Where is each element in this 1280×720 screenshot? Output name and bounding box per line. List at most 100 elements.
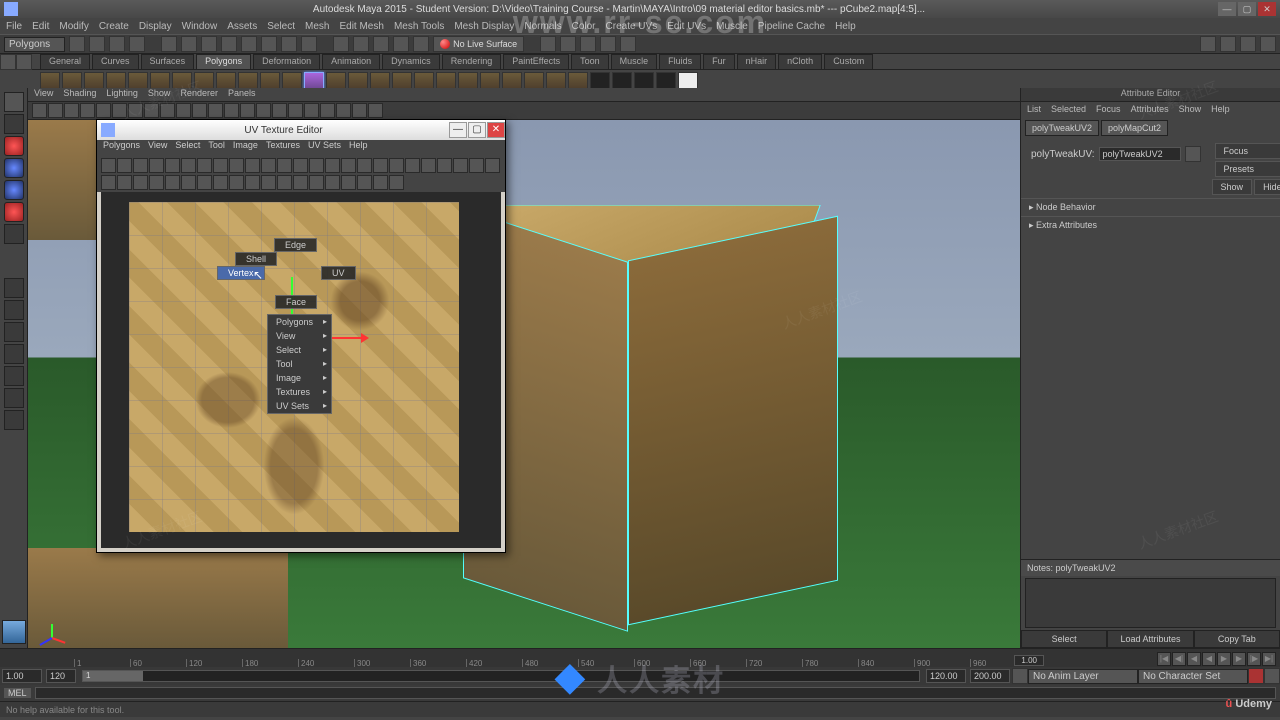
script-lang-toggle[interactable]: MEL: [4, 688, 31, 698]
uv-tool-icon[interactable]: [277, 175, 292, 190]
layout-btn[interactable]: [1200, 36, 1216, 52]
layout-btn[interactable]: [1220, 36, 1236, 52]
select-button[interactable]: Select: [1021, 630, 1107, 648]
uv-menu-image[interactable]: Image: [233, 140, 258, 156]
copy-tab-button[interactable]: Copy Tab: [1194, 630, 1280, 648]
vp-tool-icon[interactable]: [128, 103, 143, 118]
ae-menu-selected[interactable]: Selected: [1051, 104, 1086, 114]
status-btn[interactable]: [129, 36, 145, 52]
vp-tool-icon[interactable]: [224, 103, 239, 118]
uv-tool-icon[interactable]: [373, 158, 388, 173]
uv-menu-view[interactable]: View: [148, 140, 167, 156]
status-btn[interactable]: [201, 36, 217, 52]
history-btn[interactable]: [540, 36, 556, 52]
uv-tool-icon[interactable]: [389, 158, 404, 173]
play-forward-button[interactable]: ▶: [1217, 652, 1231, 666]
uv-tool-icon[interactable]: [261, 158, 276, 173]
status-btn[interactable]: [281, 36, 297, 52]
ctx-view[interactable]: View: [268, 329, 331, 343]
uv-close-button[interactable]: ✕: [487, 122, 505, 138]
uv-tool-icon[interactable]: [181, 158, 196, 173]
uv-titlebar[interactable]: UV Texture Editor — ▢ ✕: [97, 120, 505, 140]
uv-tool-icon[interactable]: [133, 158, 148, 173]
history-btn[interactable]: [560, 36, 576, 52]
lasso-tool-icon[interactable]: [4, 114, 24, 134]
marking-menu-face[interactable]: Face: [275, 295, 317, 309]
snap-btn[interactable]: [353, 36, 369, 52]
vp-tool-icon[interactable]: [48, 103, 63, 118]
show-button[interactable]: Show: [1212, 179, 1253, 195]
menu-window[interactable]: Window: [182, 21, 218, 32]
menu-select[interactable]: Select: [267, 21, 295, 32]
menu-modify[interactable]: Modify: [59, 21, 88, 32]
uv-tool-icon[interactable]: [165, 158, 180, 173]
vp-tool-icon[interactable]: [256, 103, 271, 118]
uv-tool-icon[interactable]: [373, 175, 388, 190]
menu-assets[interactable]: Assets: [227, 21, 257, 32]
menu-normals[interactable]: Normals: [524, 21, 561, 32]
node-name-field[interactable]: [1099, 147, 1181, 161]
vp-tool-icon[interactable]: [352, 103, 367, 118]
last-tool-icon[interactable]: [4, 224, 24, 244]
play-back-button[interactable]: ◀: [1202, 652, 1216, 666]
ctx-polygons[interactable]: Polygons: [268, 315, 331, 329]
tab-painteffects[interactable]: PaintEffects: [503, 54, 569, 69]
uv-tool-icon[interactable]: [453, 158, 468, 173]
vp-tool-icon[interactable]: [304, 103, 319, 118]
command-input[interactable]: [35, 687, 1276, 699]
layout-graph-icon[interactable]: [4, 388, 24, 408]
tab-muscle[interactable]: Muscle: [611, 54, 658, 69]
ctx-uvsets[interactable]: UV Sets: [268, 399, 331, 413]
layout-outliner-icon[interactable]: [4, 344, 24, 364]
uv-tool-icon[interactable]: [405, 158, 420, 173]
menu-color[interactable]: Color: [572, 21, 596, 32]
select-tool-icon[interactable]: [4, 92, 24, 112]
load-attributes-button[interactable]: Load Attributes: [1107, 630, 1193, 648]
uv-tool-icon[interactable]: [197, 175, 212, 190]
step-forward-button[interactable]: ▶: [1232, 652, 1246, 666]
menu-pipeline[interactable]: Pipeline Cache: [758, 21, 825, 32]
menu-edituvs[interactable]: Edit UVs: [667, 21, 706, 32]
uv-tool-icon[interactable]: [293, 158, 308, 173]
uv-tool-icon[interactable]: [229, 175, 244, 190]
live-surface[interactable]: No Live Surface: [433, 36, 524, 52]
snap-btn[interactable]: [333, 36, 349, 52]
range-opts-icon[interactable]: [1012, 668, 1028, 684]
ctx-image[interactable]: Image: [268, 371, 331, 385]
tab-general[interactable]: General: [40, 54, 90, 69]
range-total-field[interactable]: [970, 669, 1010, 683]
menu-createuvs[interactable]: Create UVs: [606, 21, 658, 32]
uv-tool-icon[interactable]: [213, 175, 228, 190]
layout-four-icon[interactable]: [4, 300, 24, 320]
marking-menu-shell[interactable]: Shell: [235, 252, 277, 266]
uv-tool-icon[interactable]: [309, 175, 324, 190]
range-end-field[interactable]: [926, 669, 966, 683]
uv-tool-icon[interactable]: [101, 158, 116, 173]
tab-toon[interactable]: Toon: [571, 54, 609, 69]
status-btn[interactable]: [89, 36, 105, 52]
presets-button[interactable]: Presets: [1215, 161, 1280, 177]
layout-btn[interactable]: [1240, 36, 1256, 52]
uv-tool-icon[interactable]: [117, 158, 132, 173]
menu-help[interactable]: Help: [835, 21, 856, 32]
range-bar[interactable]: 1: [82, 670, 920, 682]
uv-tool-icon[interactable]: [213, 158, 228, 173]
move-tool-icon[interactable]: [4, 158, 24, 178]
menu-muscle[interactable]: Muscle: [716, 21, 748, 32]
render-btn[interactable]: [580, 36, 596, 52]
step-back-button[interactable]: ◀: [1187, 652, 1201, 666]
range-start-field[interactable]: [2, 669, 42, 683]
uv-tool-icon[interactable]: [421, 158, 436, 173]
uv-tool-icon[interactable]: [261, 175, 276, 190]
uv-menu-help[interactable]: Help: [349, 140, 368, 156]
hide-button[interactable]: Hide: [1254, 179, 1280, 195]
marking-menu-edge[interactable]: Edge: [274, 238, 317, 252]
paint-select-tool-icon[interactable]: [4, 136, 24, 156]
ctx-tool[interactable]: Tool: [268, 357, 331, 371]
node-tab[interactable]: polyTweakUV2: [1025, 120, 1099, 136]
anim-layer-dropdown[interactable]: No Anim Layer: [1028, 669, 1138, 684]
uv-tool-icon[interactable]: [437, 158, 452, 173]
uv-tool-icon[interactable]: [389, 175, 404, 190]
step-forward-key-button[interactable]: |▶: [1247, 652, 1261, 666]
selected-cube[interactable]: [468, 170, 848, 590]
